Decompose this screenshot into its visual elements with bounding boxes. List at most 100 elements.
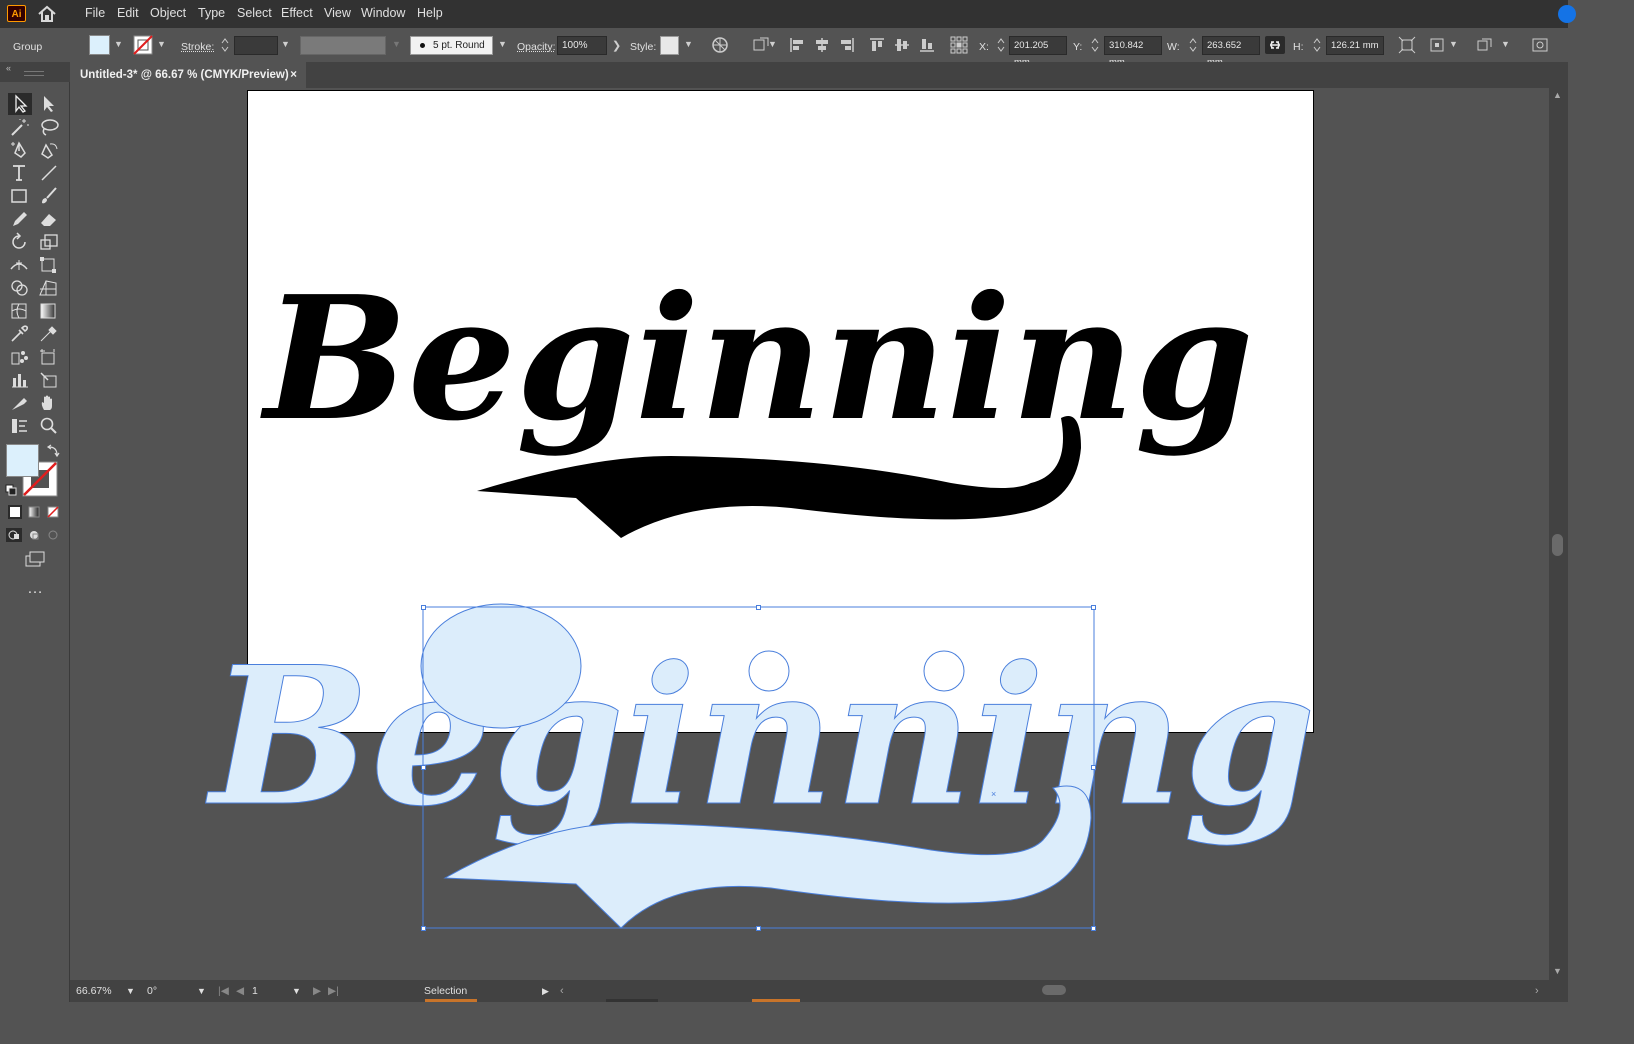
grip-icon[interactable] <box>24 71 44 76</box>
reference-point-icon[interactable] <box>950 36 968 54</box>
zoom-dropdown-icon[interactable]: ▼ <box>126 984 135 998</box>
edit-toolbar-icon[interactable]: … <box>27 580 44 598</box>
next-artboard-icon[interactable]: ▶ <box>313 984 321 998</box>
menu-select[interactable]: Select <box>237 6 272 20</box>
magic-wand-tool-icon[interactable] <box>9 117 31 137</box>
rotation-dropdown-icon[interactable]: ▼ <box>197 984 206 998</box>
panel-options-icon[interactable] <box>1531 36 1549 54</box>
swap-fill-stroke-icon[interactable] <box>46 444 60 458</box>
opacity-input[interactable]: 100% <box>557 36 607 55</box>
rotate-tool-icon[interactable] <box>9 232 31 252</box>
stroke-dropdown-icon[interactable]: ▼ <box>157 39 166 49</box>
stroke-label[interactable]: Stroke: <box>181 41 214 53</box>
x-input[interactable]: 201.205 mm <box>1009 36 1067 68</box>
stroke-weight-input[interactable] <box>234 36 278 55</box>
align-to-dropdown-icon[interactable]: ▼ <box>768 39 777 49</box>
x-stepper[interactable] <box>996 36 1006 54</box>
lasso-tool-icon[interactable] <box>38 117 60 137</box>
gradient-tool-icon[interactable] <box>38 301 60 321</box>
handle-top-right[interactable] <box>1091 605 1096 610</box>
none-mode-icon[interactable] <box>46 505 60 519</box>
handle-top-center[interactable] <box>756 605 761 610</box>
handle-bottom-center[interactable] <box>756 926 761 931</box>
transform-icon[interactable] <box>1398 36 1416 54</box>
stroke-none-swatch[interactable] <box>133 35 153 55</box>
scale-tool-icon[interactable] <box>38 232 60 252</box>
handle-bottom-right[interactable] <box>1091 926 1096 931</box>
recolor-artwork-icon[interactable] <box>711 36 729 54</box>
menu-file[interactable]: File <box>85 6 105 20</box>
menu-effect[interactable]: Effect <box>281 6 313 20</box>
tools-panel-header[interactable]: « <box>0 62 70 82</box>
opacity-label[interactable]: Opacity: <box>517 41 556 53</box>
align-bottom-icon[interactable] <box>918 36 936 54</box>
zoom-level[interactable]: 66.67% <box>76 984 126 998</box>
align-left-icon[interactable] <box>788 36 806 54</box>
perspective-grid-tool-icon[interactable] <box>38 278 60 298</box>
screen-mode-icon[interactable] <box>24 551 46 567</box>
opacity-arrow-icon[interactable]: ❯ <box>612 39 621 52</box>
scroll-up-icon[interactable]: ▲ <box>1553 90 1562 100</box>
h-stepper[interactable] <box>1312 36 1322 54</box>
menu-view[interactable]: View <box>324 6 351 20</box>
y-stepper[interactable] <box>1090 36 1100 54</box>
line-segment-tool-icon[interactable] <box>38 163 60 183</box>
menu-object[interactable]: Object <box>150 6 186 20</box>
handle-middle-left[interactable] <box>421 765 426 770</box>
free-transform-tool-icon[interactable] <box>38 255 60 275</box>
align-top-icon[interactable] <box>868 36 886 54</box>
shape-options-dropdown-icon[interactable]: ▼ <box>1449 39 1458 49</box>
status-menu-icon[interactable]: ▶ <box>542 984 549 998</box>
align-middle-icon[interactable] <box>893 36 911 54</box>
column-graph-tool-icon[interactable] <box>9 370 31 390</box>
draw-inside-icon[interactable] <box>46 528 60 542</box>
direct-selection-tool-icon[interactable] <box>38 93 60 115</box>
color-mode-icon[interactable] <box>8 505 22 519</box>
profile-dropdown-icon[interactable]: ▼ <box>392 39 401 49</box>
style-swatch[interactable] <box>660 36 679 55</box>
draw-behind-icon[interactable] <box>27 528 41 542</box>
artboard-dropdown-icon[interactable]: ▼ <box>292 984 301 998</box>
mesh-tool-icon[interactable] <box>9 301 31 321</box>
isolate-group-icon[interactable] <box>1475 36 1493 54</box>
handle-middle-right[interactable] <box>1091 765 1096 770</box>
draw-normal-icon[interactable] <box>6 528 22 542</box>
rotation-value[interactable]: 0° <box>147 984 187 998</box>
vertical-scrollbar[interactable]: ▲ ▼ <box>1549 88 1568 980</box>
brush-dropdown-icon[interactable]: ▼ <box>498 39 507 49</box>
fill-dropdown-icon[interactable]: ▼ <box>114 39 123 49</box>
scroll-left-icon[interactable]: ‹ <box>560 984 564 998</box>
curvature-tool-icon[interactable] <box>38 140 60 160</box>
stroke-weight-dropdown-icon[interactable]: ▼ <box>281 39 290 49</box>
selection-tool-icon[interactable] <box>8 93 32 115</box>
align-right-icon[interactable] <box>838 36 856 54</box>
fill-swatch[interactable] <box>89 35 110 55</box>
artboard-number[interactable]: 1 <box>252 984 288 998</box>
horizontal-scroll-thumb[interactable] <box>1042 985 1066 995</box>
prev-artboard-icon[interactable]: ◀ <box>236 984 244 998</box>
paintbrush-tool-icon[interactable] <box>38 186 60 206</box>
eraser-tool-icon[interactable] <box>38 209 60 229</box>
shape-builder-tool-icon[interactable] <box>9 278 31 298</box>
fill-color-box[interactable] <box>6 444 39 477</box>
first-artboard-icon[interactable]: |◀ <box>218 984 229 998</box>
pencil-tool-icon[interactable] <box>9 209 31 229</box>
pen-tool-icon[interactable] <box>9 140 31 160</box>
w-stepper[interactable] <box>1188 36 1198 54</box>
variable-width-profile[interactable] <box>300 36 386 55</box>
width-tool-icon[interactable] <box>9 255 31 275</box>
beginning-lettering-outlined[interactable]: Beginning <box>205 603 1316 849</box>
style-dropdown-icon[interactable]: ▼ <box>684 39 693 49</box>
handle-bottom-left[interactable] <box>421 926 426 931</box>
stroke-weight-stepper[interactable] <box>220 36 230 54</box>
menu-edit[interactable]: Edit <box>117 6 139 20</box>
y-input[interactable]: 310.842 mm <box>1104 36 1162 68</box>
menu-window[interactable]: Window <box>361 6 405 20</box>
beginning-lettering-black[interactable]: Beginning <box>260 259 1254 459</box>
scroll-down-icon[interactable]: ▼ <box>1553 966 1562 976</box>
document-tab[interactable]: Untitled-3* @ 66.67 % (CMYK/Preview) × <box>70 62 306 88</box>
handle-top-left[interactable] <box>421 605 426 610</box>
menu-type[interactable]: Type <box>198 6 225 20</box>
gradient-mode-icon[interactable] <box>27 505 41 519</box>
brush-definition[interactable]: 5 pt. Round <box>410 36 493 55</box>
